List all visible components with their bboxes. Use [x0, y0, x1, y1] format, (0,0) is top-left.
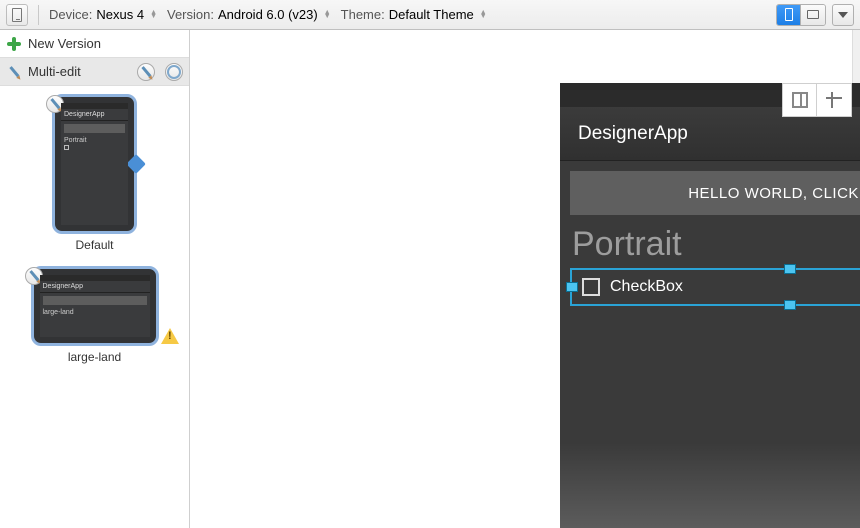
- warning-badge: [161, 328, 179, 346]
- thumb-app-title: DesignerApp: [40, 281, 150, 293]
- selection-handle-top[interactable]: [784, 264, 796, 274]
- updown-icon: ▲▼: [150, 11, 157, 19]
- warning-icon: [161, 328, 179, 344]
- device-frame-toggle[interactable]: [6, 4, 28, 26]
- layout-bounds-icon: [826, 92, 842, 108]
- multi-edit-ring-button[interactable]: [165, 63, 183, 81]
- device-preview: 6:00 DesignerApp HELLO WORLD, CLICK ME! …: [560, 83, 860, 528]
- orientation-landscape-button[interactable]: [801, 5, 825, 25]
- layout-grid-icon: [792, 92, 808, 108]
- version-value: Android 6.0 (v23): [218, 7, 318, 22]
- designer-toolbar: Device: Nexus 4 ▲▼ Version: Android 6.0 …: [0, 0, 860, 30]
- hello-world-label: HELLO WORLD, CLICK ME!: [688, 185, 860, 202]
- new-version-label: New Version: [28, 36, 101, 51]
- thumb-app-title: DesignerApp: [61, 109, 128, 121]
- chevron-down-icon: [838, 12, 848, 18]
- selection-handle-bottom[interactable]: [784, 300, 796, 310]
- thumb-device-frame: DesignerApp Portrait: [52, 94, 137, 234]
- checkbox-icon: [582, 278, 600, 296]
- checkbox-label: CheckBox: [610, 278, 683, 296]
- multi-edit-button[interactable]: Multi-edit: [0, 58, 189, 86]
- plus-icon: [6, 36, 22, 52]
- version-selector[interactable]: Version: Android 6.0 (v23) ▲▼: [167, 7, 331, 22]
- thumb-device-frame: DesignerApp large-land: [31, 266, 159, 346]
- theme-value: Default Theme: [389, 7, 474, 22]
- layout-grid-button[interactable]: [783, 84, 817, 116]
- canvas-inspector-buttons: [782, 83, 852, 117]
- toolbar-overflow-button[interactable]: [832, 4, 854, 26]
- phone-landscape-icon: [807, 10, 819, 19]
- device-value: Nexus 4: [96, 7, 144, 22]
- checkbox-widget-selected[interactable]: CheckBox: [570, 268, 860, 306]
- pencil-icon: [136, 62, 156, 82]
- toolbar-separator: [38, 5, 39, 25]
- device-selector[interactable]: Device: Nexus 4 ▲▼: [49, 7, 157, 22]
- hello-world-button[interactable]: HELLO WORLD, CLICK ME!: [570, 171, 860, 215]
- multi-edit-label: Multi-edit: [28, 64, 81, 79]
- preview-content: HELLO WORLD, CLICK ME! Portrait CheckBox: [560, 161, 860, 316]
- thumb-caption: Default: [75, 238, 113, 252]
- device-label: Device:: [49, 7, 92, 22]
- ring-icon: [167, 65, 181, 79]
- new-version-button[interactable]: New Version: [0, 30, 189, 58]
- config-thumbnails: DesignerApp Portrait Default: [0, 86, 189, 528]
- config-thumb-default[interactable]: DesignerApp Portrait Default: [0, 94, 189, 252]
- portrait-textview[interactable]: Portrait: [570, 225, 860, 264]
- selection-handle-left[interactable]: [566, 282, 578, 292]
- config-thumb-large-land[interactable]: DesignerApp large-land large-land: [0, 266, 189, 364]
- thumb-text: Portrait: [61, 136, 128, 145]
- theme-label: Theme:: [341, 7, 385, 22]
- pencil-icon: [3, 60, 26, 83]
- phone-portrait-icon: [785, 8, 793, 21]
- orientation-segment: [776, 4, 826, 26]
- design-canvas[interactable]: 6:00 DesignerApp HELLO WORLD, CLICK ME! …: [190, 30, 852, 528]
- layout-bounds-button[interactable]: [817, 84, 851, 116]
- preview-gradient: [560, 443, 860, 528]
- theme-selector[interactable]: Theme: Default Theme ▲▼: [341, 7, 487, 22]
- updown-icon: ▲▼: [480, 11, 487, 19]
- updown-icon: ▲▼: [324, 11, 331, 19]
- toolbar-right-group: [776, 4, 854, 26]
- orientation-portrait-button[interactable]: [777, 5, 801, 25]
- multi-edit-edit-button[interactable]: [137, 63, 155, 81]
- app-title: DesignerApp: [578, 123, 688, 145]
- thumb-caption: large-land: [68, 350, 121, 364]
- config-side-panel: New Version Multi-edit: [0, 30, 190, 528]
- thumb-text: large-land: [40, 308, 150, 317]
- version-label: Version:: [167, 7, 214, 22]
- thumb-selected-marker: [126, 154, 146, 174]
- device-icon: [12, 8, 22, 22]
